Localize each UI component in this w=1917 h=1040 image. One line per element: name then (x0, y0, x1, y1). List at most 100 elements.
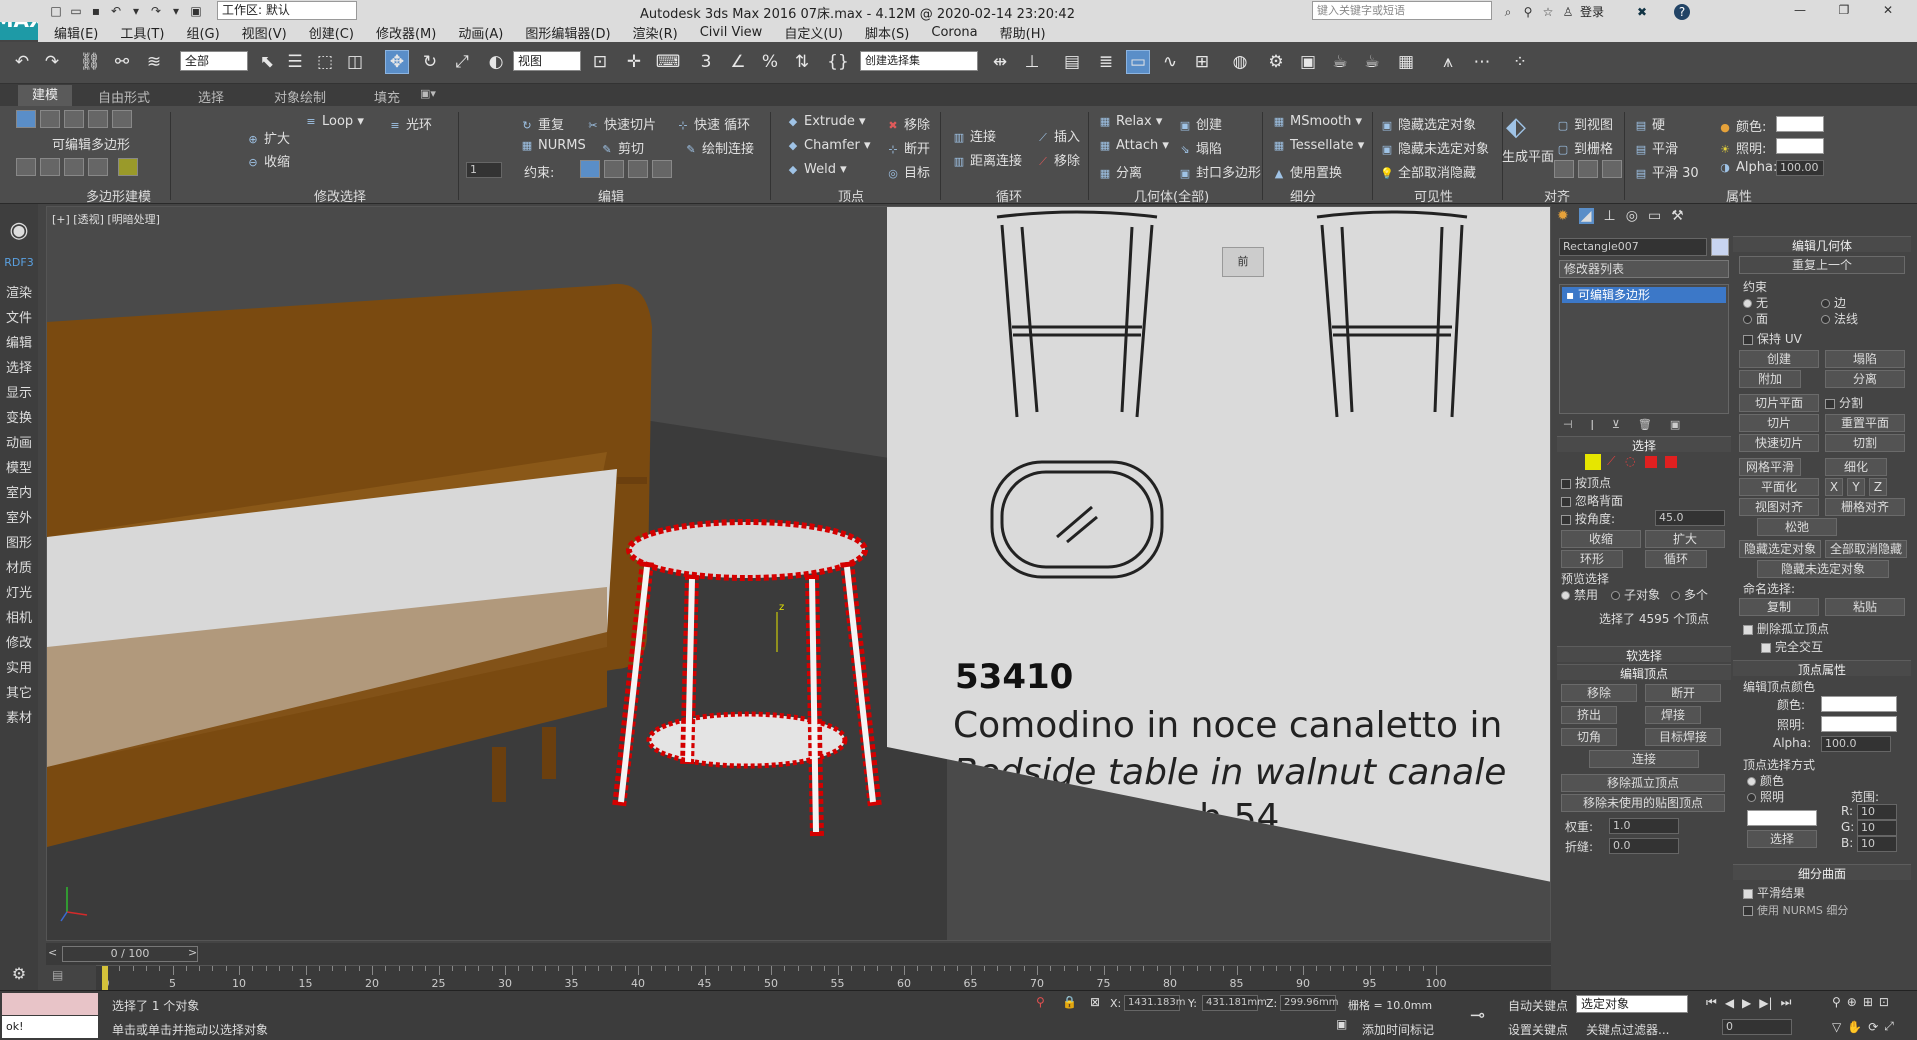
hide-selected-button[interactable]: 隐藏选定对象 (1739, 540, 1821, 558)
cap-poly-button[interactable]: ▣ 封口多边形 (1178, 162, 1261, 181)
group-properties[interactable]: 属性 (1726, 186, 1752, 205)
select-by-illum-radio[interactable]: 照明 (1747, 788, 1784, 805)
leftbar-item[interactable]: 文件 (0, 307, 38, 326)
infocenter-icon[interactable]: ⚲ (1520, 4, 1536, 20)
tab-freeform[interactable]: 自由形式 (98, 87, 150, 106)
nurms-button[interactable]: ▦ NURMS (520, 138, 586, 153)
menu-group[interactable]: 组(G) (186, 23, 219, 42)
ribbon-spinner[interactable]: 1 (466, 162, 502, 178)
y-coordinate-field[interactable]: 431.181mm (1202, 995, 1267, 1011)
layer-explorer-icon[interactable]: ≣ (1094, 50, 1118, 74)
hide-selected-button[interactable]: ▣ 隐藏选定对象 (1380, 114, 1476, 133)
previous-modifier-icon[interactable] (40, 158, 60, 176)
isolate-selection-icon[interactable]: ⚲ (1036, 995, 1045, 1009)
planarize-x-button[interactable]: X (1825, 478, 1843, 496)
menu-corona[interactable]: Corona (931, 25, 977, 40)
tessellate-button[interactable]: 细化 (1825, 458, 1887, 476)
group-polygon-modeling[interactable]: 多边形建模 (86, 186, 151, 205)
select-move-icon[interactable]: ✥ (385, 50, 409, 74)
cut-button[interactable]: 切割 (1825, 434, 1905, 452)
save-icon[interactable]: ▪ (88, 3, 104, 19)
leftbar-item[interactable]: 室内 (0, 482, 38, 501)
constrain-none-icon[interactable] (580, 160, 600, 178)
leftbar-item[interactable]: 编辑 (0, 332, 38, 351)
fov-icon[interactable]: ▽ (1832, 1020, 1841, 1034)
target-weld-button[interactable]: ◎ 目标 (886, 162, 930, 181)
paste-named-sel-button[interactable]: 粘贴 (1825, 598, 1905, 616)
select-manipulate-icon[interactable]: ✛ (622, 50, 646, 74)
minimize-icon[interactable]: — (1792, 2, 1808, 18)
prev-frame-icon[interactable]: ◀ (1725, 996, 1734, 1010)
select-object-icon[interactable]: ⬉ (255, 50, 279, 74)
repeat-last-button[interactable]: 重复上一个 (1739, 256, 1905, 274)
tab-populate[interactable]: 填充 (374, 87, 400, 106)
corona-fb-icon[interactable]: ⋯ (1470, 50, 1494, 74)
align-to-view-button[interactable]: ▢ 到视图 (1556, 114, 1613, 133)
tab-selection[interactable]: 选择 (198, 87, 224, 106)
hide-unselected-button[interactable]: 隐藏未选定对象 (1757, 560, 1889, 578)
smooth30-button[interactable]: ▤ 平滑 30 (1634, 162, 1699, 181)
soft-selection-rollout-header[interactable]: 软选择 (1557, 646, 1731, 663)
corona-converter-icon[interactable]: ⁘ (1508, 50, 1532, 74)
toggle-scene-explorer-icon[interactable]: ▤ (1060, 50, 1084, 74)
render-setup-icon[interactable]: ⚙ (1264, 50, 1288, 74)
polygon-subobj-icon[interactable] (1645, 456, 1657, 468)
maxscript-listener-pink[interactable] (2, 993, 98, 1015)
corona-render-icon[interactable]: ⩚ (1436, 50, 1460, 74)
next-modifier-icon[interactable] (64, 158, 84, 176)
selection-rollout-header[interactable]: 选择 (1557, 436, 1731, 453)
reference-coordinate-select[interactable]: 视图 (513, 51, 581, 71)
undo-dropdown-icon[interactable]: ▾ (128, 3, 144, 19)
edge-subobj-icon[interactable]: ⟋ (1607, 454, 1615, 469)
make-planar-icon[interactable]: ⬖ (1506, 112, 1526, 142)
smooth-button[interactable]: ▤ 平滑 (1634, 138, 1678, 157)
ignore-backfacing-checkbox[interactable]: 忽略背面 (1561, 492, 1623, 509)
target-weld-button[interactable]: 目标焊接 (1645, 728, 1721, 746)
display-tab-icon[interactable]: ▭ (1648, 208, 1661, 224)
curve-editor-icon[interactable]: ∿ (1158, 50, 1182, 74)
connect-button[interactable]: ▥ 连接 (952, 126, 996, 145)
subdivision-surface-rollout-header[interactable]: 细分曲面 (1733, 864, 1911, 881)
tab-object-paint[interactable]: 对象绘制 (274, 87, 326, 106)
object-name-field[interactable]: Rectangle007 (1559, 238, 1707, 256)
redo-icon[interactable]: ↷ (148, 3, 164, 19)
polygon-mode-icon[interactable] (88, 110, 108, 128)
grow-button[interactable]: ⊕ 扩大 (246, 128, 290, 147)
cut-button[interactable]: ✎ 剪切 (600, 138, 644, 157)
split-checkbox[interactable]: 分割 (1825, 394, 1863, 411)
copy-named-sel-button[interactable]: 复制 (1739, 598, 1819, 616)
favorite-star-icon[interactable]: ☆ (1540, 4, 1556, 20)
ring-selection-button[interactable]: 环形 (1561, 550, 1623, 568)
create-tab-icon[interactable]: ✹ (1557, 208, 1569, 224)
menu-civil-view[interactable]: Civil View (700, 25, 763, 40)
menu-modifiers[interactable]: 修改器(M) (376, 23, 436, 42)
menu-help[interactable]: 帮助(H) (1000, 23, 1046, 42)
border-mode-icon[interactable] (64, 110, 84, 128)
track-bar[interactable]: 0510152025303540455055606570758085909510… (96, 965, 1551, 990)
keyboard-shortcut-icon[interactable]: ⌨ (656, 50, 681, 74)
pivot-center-icon[interactable]: ⊡ (588, 50, 612, 74)
vertex-color-swatch[interactable] (1776, 116, 1824, 132)
use-nurms-checkbox[interactable]: 使用 NURMS 细分 (1743, 902, 1848, 918)
border-subobj-icon[interactable]: ◌ (1625, 454, 1635, 468)
open-file-icon[interactable]: ▭ (68, 3, 84, 19)
leftbar-item[interactable]: 素材 (0, 707, 38, 726)
constraint-none-radio[interactable]: 无 (1743, 294, 1768, 311)
maximize-viewport-icon[interactable]: ⤢ (1884, 1019, 1894, 1034)
quickslice-button[interactable]: 快速切片 (1739, 434, 1819, 452)
weld-vertex-button[interactable]: 焊接 (1645, 706, 1701, 724)
full-interactivity-checkbox[interactable]: 完全交互 (1761, 638, 1823, 655)
pan-icon[interactable]: ✋ (1847, 1020, 1862, 1034)
modify-tab-icon[interactable]: ◢ (1578, 208, 1594, 224)
menu-graph-editors[interactable]: 图形编辑器(D) (525, 23, 610, 42)
hide-unselected-button[interactable]: ▣ 隐藏未选定对象 (1380, 138, 1489, 157)
leftbar-item[interactable]: 材质 (0, 557, 38, 576)
project-folder-icon[interactable]: ▣ (188, 3, 204, 19)
leftbar-settings-icon[interactable]: ⚙ (0, 964, 38, 983)
vertex-subobj-icon[interactable] (1585, 454, 1601, 470)
workspace-select[interactable]: 工作区: 默认 (217, 1, 357, 20)
group-edit[interactable]: 编辑 (598, 186, 624, 205)
menu-create[interactable]: 创建(C) (309, 23, 354, 42)
angle-snap-icon[interactable]: ∠ (726, 50, 750, 74)
orbit-icon[interactable]: ⟳ (1868, 1020, 1878, 1034)
